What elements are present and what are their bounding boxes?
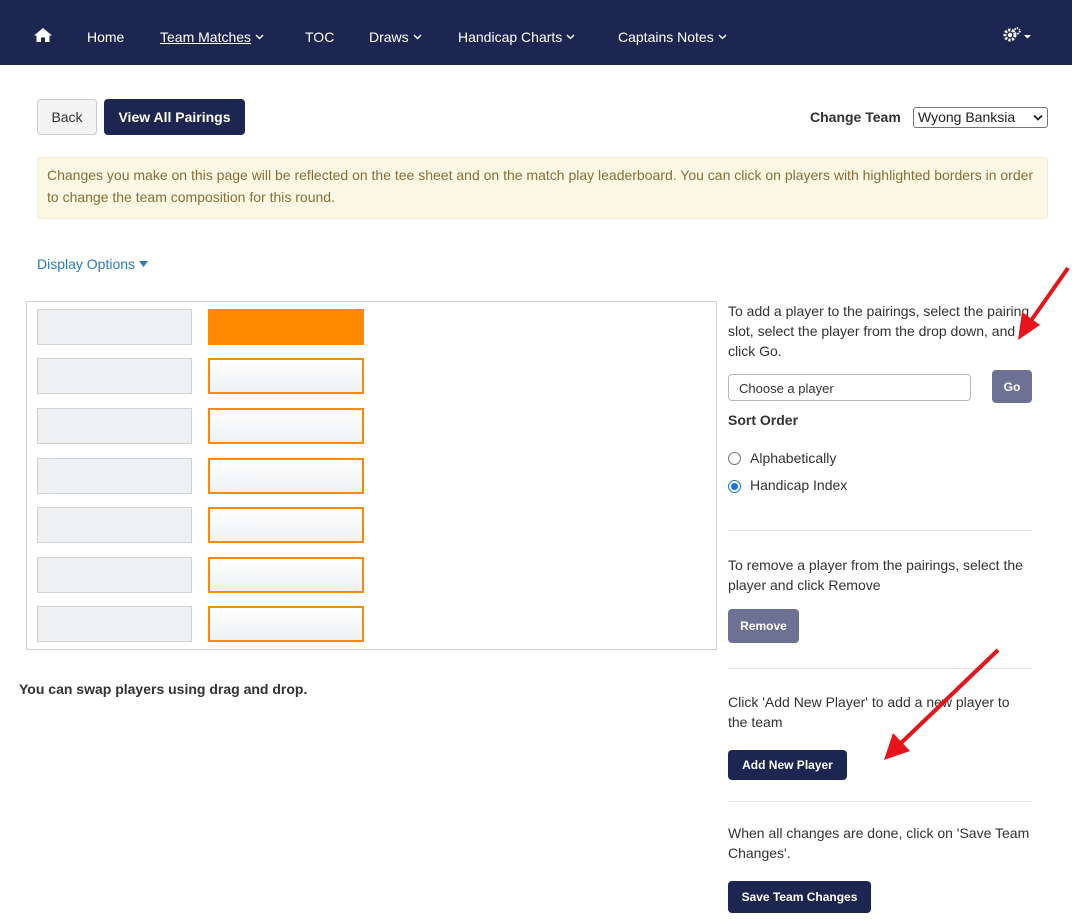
nav-team-matches[interactable]: Team Matches xyxy=(160,29,264,45)
display-options-label: Display Options xyxy=(37,256,136,272)
pairing-slot-fixed xyxy=(37,358,192,394)
pairing-slot-fixed xyxy=(37,458,192,494)
nav-toc[interactable]: TOC xyxy=(305,29,334,45)
swap-hint: You can swap players using drag and drop… xyxy=(19,681,308,697)
chevron-down-icon xyxy=(413,34,422,40)
sort-alphabetically-label[interactable]: Alphabetically xyxy=(750,450,836,466)
chevron-down-icon xyxy=(1033,114,1043,121)
nav-draws-label: Draws xyxy=(369,29,409,45)
pairing-slot[interactable] xyxy=(208,557,364,593)
divider xyxy=(728,668,1032,669)
player-select[interactable]: Choose a player xyxy=(728,374,971,401)
sort-order-label: Sort Order xyxy=(728,412,799,428)
pairing-slot[interactable] xyxy=(208,606,364,642)
pairings-panel xyxy=(26,301,717,650)
pairing-slot-fixed xyxy=(37,309,192,345)
add-player-instructions: To add a player to the pairings, select … xyxy=(728,303,1030,359)
player-select-placeholder: Choose a player xyxy=(739,381,834,396)
save-instructions: When all changes are done, click on 'Sav… xyxy=(728,825,1030,861)
nav-handicap-charts-label: Handicap Charts xyxy=(458,29,563,45)
pairing-slot-fixed xyxy=(37,507,192,543)
home-icon[interactable] xyxy=(34,28,52,42)
remove-player-instructions: To remove a player from the pairings, se… xyxy=(728,557,1023,593)
chevron-down-icon xyxy=(566,34,575,40)
change-team-label: Change Team xyxy=(810,109,901,125)
nav-captains-notes-label: Captains Notes xyxy=(618,29,714,45)
sort-handicap-radio[interactable] xyxy=(728,480,741,493)
team-select[interactable]: Wyong Banksia xyxy=(913,107,1048,128)
back-button[interactable]: Back xyxy=(37,99,97,135)
save-team-changes-button[interactable]: Save Team Changes xyxy=(728,881,871,913)
display-options-toggle[interactable]: Display Options xyxy=(37,256,149,272)
info-alert: Changes you make on this page will be re… xyxy=(37,157,1048,219)
pairing-slot-selected[interactable] xyxy=(208,309,364,345)
chevron-down-icon xyxy=(718,34,727,40)
view-all-pairings-button[interactable]: View All Pairings xyxy=(104,99,245,135)
pairing-slot[interactable] xyxy=(208,458,364,494)
divider xyxy=(728,801,1032,802)
nav-draws[interactable]: Draws xyxy=(369,29,422,45)
pairing-slot-fixed xyxy=(37,606,192,642)
pairing-slot-fixed xyxy=(37,557,192,593)
nav-home[interactable]: Home xyxy=(87,29,124,45)
gears-icon[interactable] xyxy=(1003,27,1033,43)
top-navbar: Home Team Matches TOC Draws Handicap Cha… xyxy=(0,0,1072,65)
caret-down-icon xyxy=(139,261,149,267)
remove-button[interactable]: Remove xyxy=(728,609,799,643)
pairing-slot-fixed xyxy=(37,408,192,444)
pairing-slot[interactable] xyxy=(208,507,364,543)
go-button[interactable]: Go xyxy=(992,370,1032,403)
pairing-slot[interactable] xyxy=(208,408,364,444)
chevron-down-icon xyxy=(255,34,264,40)
nav-captains-notes[interactable]: Captains Notes xyxy=(618,29,727,45)
pairing-slot[interactable] xyxy=(208,358,364,394)
nav-team-matches-label: Team Matches xyxy=(160,29,252,45)
add-new-player-instructions: Click 'Add New Player' to add a new play… xyxy=(728,694,1010,730)
nav-handicap-charts[interactable]: Handicap Charts xyxy=(458,29,575,45)
info-alert-text: Changes you make on this page will be re… xyxy=(47,167,1034,205)
add-new-player-button[interactable]: Add New Player xyxy=(728,750,847,780)
divider xyxy=(728,530,1032,531)
sort-handicap-label[interactable]: Handicap Index xyxy=(750,477,847,493)
team-select-value: Wyong Banksia xyxy=(918,109,1016,125)
sort-alphabetically-radio[interactable] xyxy=(728,452,741,465)
